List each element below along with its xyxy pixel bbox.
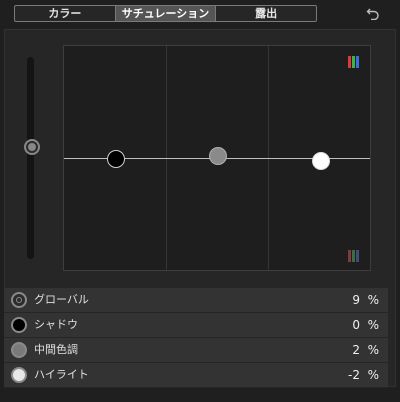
range-value[interactable]: 0 xyxy=(352,313,360,337)
midtones-puck[interactable] xyxy=(209,147,227,165)
toolbar: カラー サチュレーション 露出 xyxy=(0,0,400,26)
tab-exposure[interactable]: 露出 xyxy=(216,6,316,21)
range-row-midtones[interactable]: 中間色調 2 % xyxy=(4,338,388,363)
undo-icon[interactable] xyxy=(364,5,382,21)
range-label: 中間色調 xyxy=(34,343,78,356)
range-unit: % xyxy=(367,368,379,382)
shadows-range-icon xyxy=(11,317,27,333)
highlights-puck[interactable] xyxy=(312,152,330,170)
range-value[interactable]: -2 xyxy=(348,363,360,387)
range-label: グローバル xyxy=(34,293,89,306)
midtones-range-icon xyxy=(11,342,27,358)
range-value[interactable]: 2 xyxy=(352,338,360,362)
rgb-icon xyxy=(348,56,359,68)
global-slider-track[interactable] xyxy=(27,57,34,259)
range-unit: % xyxy=(367,293,379,307)
range-label: シャドウ xyxy=(34,318,78,331)
range-unit: % xyxy=(367,318,379,332)
shadows-puck[interactable] xyxy=(107,150,125,168)
color-board-tabs: カラー サチュレーション 露出 xyxy=(14,5,317,22)
rgb-dim-icon xyxy=(348,250,359,262)
global-range-icon xyxy=(11,292,27,308)
global-slider-puck[interactable] xyxy=(24,139,40,155)
range-list: グローバル 9 % シャドウ 0 % 中間色調 2 % ハイライト -2 % xyxy=(4,288,388,388)
range-row-shadows[interactable]: シャドウ 0 % xyxy=(4,313,388,338)
tab-saturation[interactable]: サチュレーション xyxy=(115,6,217,21)
tab-color[interactable]: カラー xyxy=(15,6,116,21)
range-row-highlights[interactable]: ハイライト -2 % xyxy=(4,363,388,388)
range-label: ハイライト xyxy=(34,368,89,381)
range-value[interactable]: 9 xyxy=(352,288,360,312)
range-unit: % xyxy=(367,343,379,357)
highlights-range-icon xyxy=(11,367,27,383)
saturation-board[interactable] xyxy=(63,45,371,271)
range-row-global[interactable]: グローバル 9 % xyxy=(4,288,388,313)
